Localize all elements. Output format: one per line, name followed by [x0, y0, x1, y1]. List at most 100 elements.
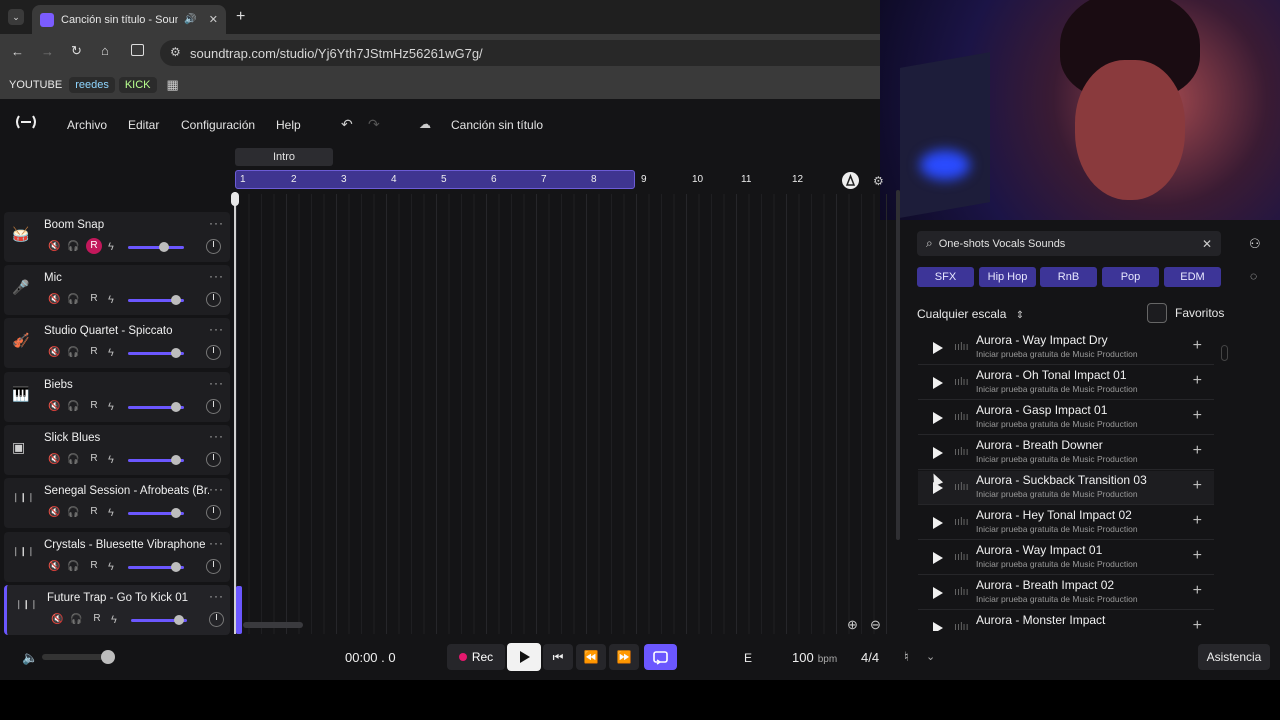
automation-icon[interactable]: ϟ [108, 507, 114, 519]
forward-icon[interactable]: → [41, 44, 54, 59]
sound-row[interactable]: ıılıı Aurora - Breath Impact 02 Iniciar pr… [918, 576, 1214, 610]
play-preview-icon[interactable] [933, 552, 943, 564]
track-name[interactable]: Biebs [44, 379, 209, 391]
track-row[interactable]: 🎻 Studio Quartet - Spiccato ··· 🔇 🎧 Rϟ [4, 318, 230, 368]
genre-filter-button[interactable]: EDM [1164, 267, 1221, 287]
sound-row[interactable]: ıılıı Aurora - Way Impact Dry Iniciar prue… [918, 331, 1214, 365]
vertical-scrollbar[interactable] [896, 190, 900, 540]
add-sound-icon[interactable]: + [1193, 477, 1202, 495]
record-arm-button[interactable]: R [86, 451, 102, 467]
collaborators-icon[interactable]: ⚇ [1249, 236, 1261, 252]
section-intro[interactable]: Intro [235, 148, 333, 166]
play-preview-icon[interactable] [933, 587, 943, 599]
mute-icon[interactable]: 🔇 [48, 454, 60, 465]
pan-knob[interactable] [206, 452, 221, 467]
home-icon[interactable]: ⌂ [101, 43, 109, 58]
sound-row[interactable]: ıılıı Aurora - Suckback Transition 03 Inic… [918, 471, 1214, 505]
playhead[interactable] [234, 192, 236, 634]
sound-list-scrollbar[interactable] [1221, 345, 1228, 361]
track-menu-icon[interactable]: ··· [209, 322, 224, 336]
menu-help[interactable]: Help [276, 118, 301, 132]
mute-icon[interactable]: 🔇 [48, 241, 60, 252]
reload-icon[interactable]: ↻ [71, 43, 82, 59]
key-display[interactable]: E [744, 651, 752, 665]
zoom-in-icon[interactable]: ⊕ [847, 617, 858, 633]
record-arm-button[interactable]: R [86, 558, 102, 574]
automation-icon[interactable]: ϟ [108, 294, 114, 306]
record-button[interactable]: Rec [447, 644, 505, 670]
metronome-icon[interactable] [842, 172, 859, 189]
sound-row[interactable]: ıılıı Aurora - Oh Tonal Impact 01 Iniciar … [918, 366, 1214, 400]
add-sound-icon[interactable]: + [1193, 547, 1202, 565]
play-preview-icon[interactable] [933, 622, 943, 631]
chevron-down-icon[interactable]: ⌄ [926, 650, 935, 663]
mute-icon[interactable]: 🔇 [48, 507, 60, 518]
solo-headphones-icon[interactable]: 🎧 [67, 347, 79, 358]
record-arm-button[interactable]: R [86, 398, 102, 414]
play-preview-icon[interactable] [933, 517, 943, 529]
automation-icon[interactable]: ϟ [108, 401, 114, 413]
automation-icon[interactable]: ϟ [108, 347, 114, 359]
automation-icon[interactable]: ϟ [108, 561, 114, 573]
skip-to-start-icon[interactable]: ⏮ [543, 644, 573, 670]
bookmark-reedes[interactable]: reedes [69, 77, 115, 93]
track-row[interactable]: ❘❙❘ Senegal Session - Afrobeats (Br... ···… [4, 478, 230, 528]
track-menu-icon[interactable]: ··· [209, 589, 224, 603]
favorites-checkbox[interactable] [1147, 303, 1167, 323]
track-name[interactable]: Mic [44, 272, 209, 284]
genre-filter-button[interactable]: SFX [917, 267, 974, 287]
pan-knob[interactable] [206, 292, 221, 307]
solo-headphones-icon[interactable]: 🎧 [67, 241, 79, 252]
record-arm-button[interactable]: R [86, 504, 102, 520]
sound-row[interactable]: ıılıı Aurora - Breath Downer Iniciar prueb… [918, 436, 1214, 470]
genre-filter-button[interactable]: RnB [1040, 267, 1097, 287]
chat-icon[interactable]: ◌ [1250, 269, 1257, 283]
menu-archivo[interactable]: Archivo [67, 118, 107, 132]
track-volume-handle[interactable] [171, 455, 181, 465]
speaker-icon[interactable]: 🔊 [184, 14, 196, 25]
clear-search-icon[interactable]: ✕ [1202, 237, 1212, 251]
site-info-icon[interactable]: ⚙ [170, 45, 181, 59]
bookmark-youtube[interactable]: YOUTUBE [9, 79, 62, 91]
play-preview-icon[interactable] [933, 342, 943, 354]
track-volume-handle[interactable] [174, 615, 184, 625]
add-sound-icon[interactable]: + [1193, 442, 1202, 460]
url-bar[interactable]: ⚙ soundtrap.com/studio/Yj6Yth7JStmHz5626… [160, 40, 900, 66]
zoom-out-icon[interactable]: ⊖ [870, 617, 881, 633]
sound-search-input[interactable]: ⌕ One-shots Vocals Sounds ✕ [917, 231, 1221, 256]
speaker-volume-icon[interactable]: 🔈 [22, 650, 38, 666]
track-name[interactable]: Boom Snap [44, 219, 209, 231]
mute-icon[interactable]: 🔇 [48, 561, 60, 572]
play-preview-icon[interactable] [933, 412, 943, 424]
track-row[interactable]: 🎤 Mic ··· 🔇 🎧 Rϟ [4, 265, 230, 315]
add-sound-icon[interactable]: + [1193, 337, 1202, 355]
solo-headphones-icon[interactable]: 🎧 [67, 454, 79, 465]
undo-icon[interactable]: ↶ [341, 116, 353, 133]
apps-grid-icon[interactable]: ▦ [167, 77, 179, 93]
horizontal-scrollbar[interactable] [243, 622, 303, 628]
bookmark-kick[interactable]: KICK [118, 77, 157, 93]
menu-configuracion[interactable]: Configuración [181, 118, 255, 132]
solo-headphones-icon[interactable]: 🎧 [67, 294, 79, 305]
solo-headphones-icon[interactable]: 🎧 [67, 507, 79, 518]
track-row[interactable]: ❘❙❘ Crystals - Bluesette Vibraphone ··· 🔇 🎧 R… [4, 532, 230, 582]
solo-headphones-icon[interactable]: 🎧 [67, 561, 79, 572]
loop-button[interactable] [644, 644, 677, 670]
mute-icon[interactable]: 🔇 [48, 294, 60, 305]
track-name[interactable]: Crystals - Bluesette Vibraphone [44, 539, 209, 551]
redo-icon[interactable]: ↷ [368, 116, 380, 133]
track-name[interactable]: Senegal Session - Afrobeats (Br... [44, 485, 209, 497]
record-arm-button[interactable]: R [89, 611, 105, 627]
master-volume-handle[interactable] [101, 650, 115, 664]
track-volume-handle[interactable] [171, 402, 181, 412]
playhead-handle[interactable] [231, 192, 239, 206]
track-volume-handle[interactable] [171, 348, 181, 358]
time-signature[interactable]: 4/4 [861, 650, 879, 665]
automation-icon[interactable]: ϟ [111, 614, 117, 626]
record-arm-button[interactable]: R [86, 238, 102, 254]
add-sound-icon[interactable]: + [1193, 617, 1202, 631]
track-row[interactable]: 🎹 Biebs ··· 🔇 🎧 Rϟ [4, 372, 230, 422]
pan-knob[interactable] [209, 612, 224, 627]
rewind-icon[interactable]: ⏪ [576, 644, 606, 670]
track-menu-icon[interactable]: ··· [209, 269, 224, 283]
